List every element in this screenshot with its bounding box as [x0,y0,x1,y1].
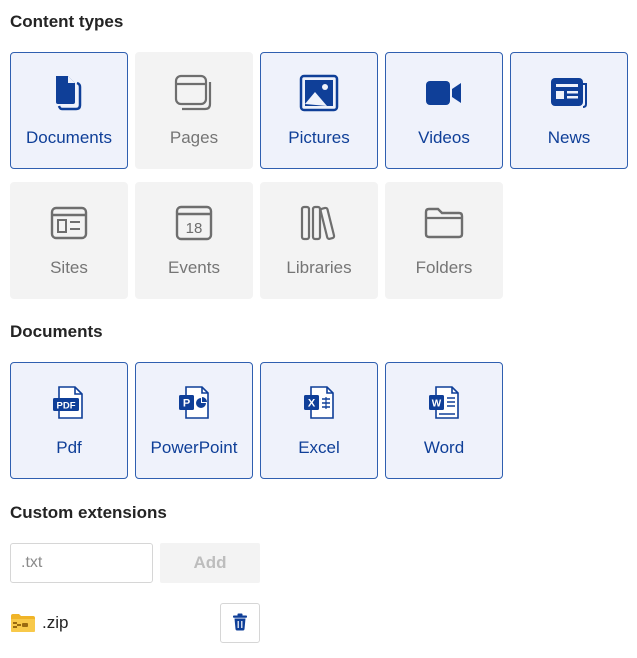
news-icon [511,73,627,113]
tile-word[interactable]: W Word [385,362,503,479]
tile-pdf[interactable]: PDF Pdf [10,362,128,479]
document-icon [11,73,127,113]
extension-input[interactable] [10,543,153,583]
tile-pictures[interactable]: Pictures [260,52,378,169]
tile-excel[interactable]: X Excel [260,362,378,479]
custom-extensions-heading: Custom extensions [10,503,167,522]
tile-sites-label: Sites [50,258,88,277]
trash-icon [232,613,248,634]
content-types-heading: Content types [10,12,124,31]
tile-pages[interactable]: Pages [135,52,253,169]
excel-badge-text: X [308,398,316,410]
pages-icon [136,73,252,113]
tile-documents[interactable]: Documents [10,52,128,169]
tile-pdf-label: Pdf [56,438,82,457]
tile-excel-label: Excel [298,438,340,457]
word-badge-text: W [432,399,442,410]
word-file-icon: W [386,383,502,423]
calendar-icon: 18 [136,203,252,243]
add-extension-button[interactable]: Add [160,543,260,583]
tile-powerpoint-label: PowerPoint [150,438,238,457]
folder-icon [386,203,502,243]
tile-events[interactable]: 18 Events [135,182,253,299]
tile-events-label: Events [168,258,220,277]
pdf-file-icon: PDF [11,383,127,423]
powerpoint-file-icon: P [136,383,252,423]
pdf-badge-text: PDF [57,401,76,412]
picture-icon [261,73,377,113]
powerpoint-badge-text: P [183,398,190,410]
library-icon [261,203,377,243]
tile-pictures-label: Pictures [288,128,350,147]
tile-news-label: News [547,128,591,147]
tile-powerpoint[interactable]: P PowerPoint [135,362,253,479]
delete-extension-button[interactable] [220,603,260,643]
excel-file-icon: X [261,383,377,423]
tile-libraries-label: Libraries [286,258,352,277]
site-icon [11,203,127,243]
tile-word-label: Word [423,438,465,457]
documents-heading: Documents [10,322,103,341]
tile-videos-label: Videos [418,128,470,147]
extension-list-item: .zip [10,603,260,643]
tile-folders[interactable]: Folders [385,182,503,299]
tile-folders-label: Folders [415,258,473,277]
tile-pages-label: Pages [169,128,219,147]
calendar-day-number: 18 [186,220,203,237]
zip-folder-icon [10,613,36,633]
tile-documents-label: Documents [26,128,112,147]
tile-videos[interactable]: Videos [385,52,503,169]
tile-libraries[interactable]: Libraries [260,182,378,299]
tile-sites[interactable]: Sites [10,182,128,299]
video-camera-icon [386,73,502,113]
extension-label: .zip [42,613,69,632]
tile-news[interactable]: News [510,52,628,169]
